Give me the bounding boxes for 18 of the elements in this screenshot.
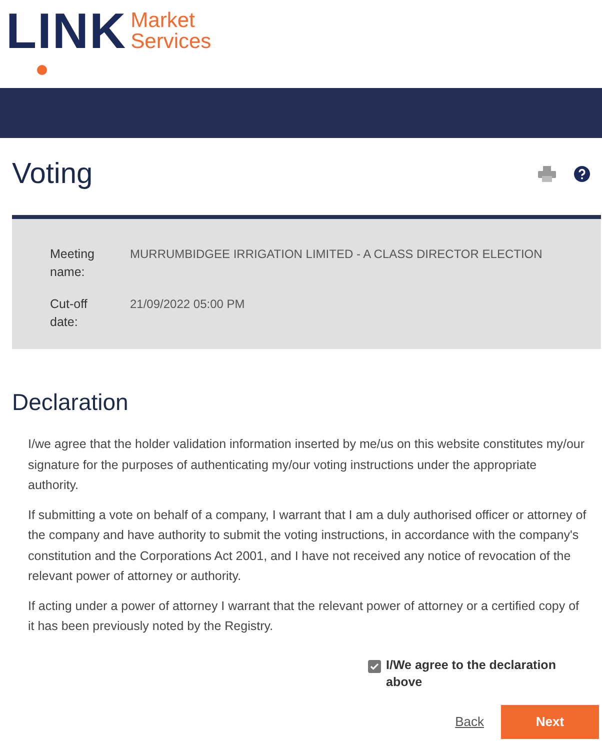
help-icon[interactable] [574, 166, 590, 182]
declaration-paragraph: If submitting a vote on behalf of a company, I warrant that I am a duly authorised officer or attorney of the company and have authority to submit the voting instructions, in accordance with the company's constitution and the Corporations Act 2001, and I have not received any notice of revocation of the relevant power of attorney or authority. [28, 506, 588, 585]
declaration-paragraph: I/we agree that the holder validation information inserted by me/us on this website constitutes my/our signature for the purposes of authenticating my/our voting instructions under the appropriate authority. [28, 436, 586, 494]
print-icon[interactable] [538, 166, 556, 182]
page-title: Voting [12, 158, 93, 190]
field-label: Meeting name: [50, 246, 96, 281]
declaration-paragraph: If acting under a power of attorney I warrant that the relevant power of attorney or a certified copy of it has been previously noted by the Registry. [28, 598, 580, 635]
back-link[interactable]: Back [455, 714, 484, 729]
agree-checkbox[interactable] [368, 660, 381, 672]
field-label: Cut-off date: [50, 296, 88, 331]
logo-tagline: Market [130, 10, 196, 31]
logo-tagline: Services [130, 31, 212, 52]
dot-icon [37, 65, 47, 75]
field-value: MURRUMBIDGEE IRRIGATION LIMITED - A CLASS DIRECTOR ELECTION [130, 246, 544, 263]
field-value: 21/09/2022 05:00 PM [130, 296, 246, 313]
section-heading: Declaration [12, 389, 130, 416]
agree-label: I/We agree to the declaration above [386, 656, 557, 690]
logo-wordmark: LINK [6, 8, 127, 54]
